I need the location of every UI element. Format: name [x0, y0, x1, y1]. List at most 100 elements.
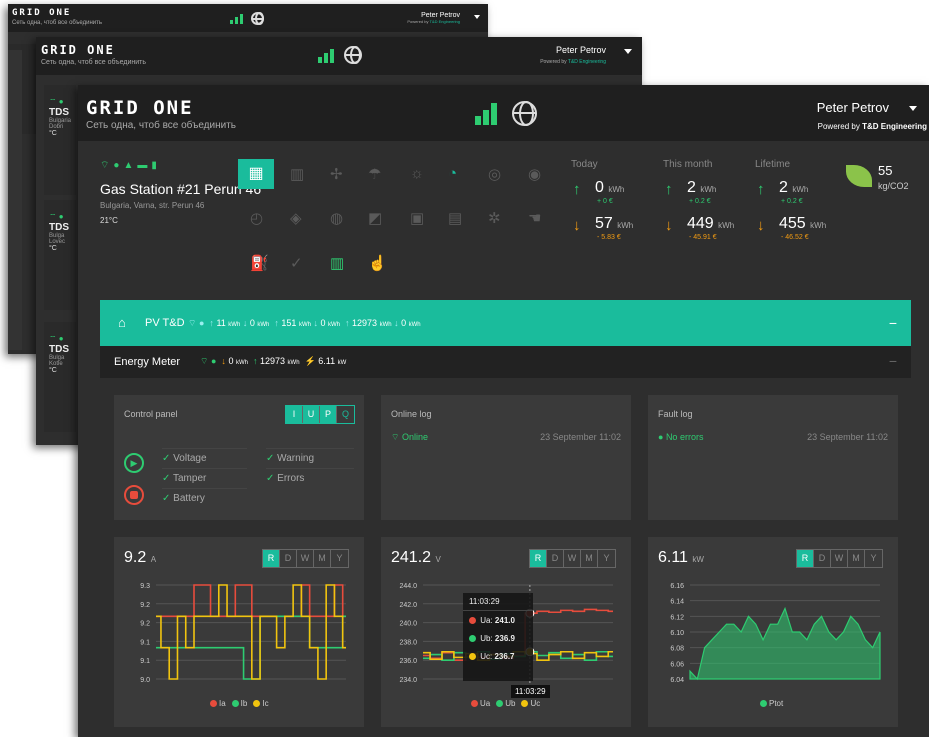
mode-selector[interactable]: I U P Q — [285, 405, 355, 424]
building-icon[interactable]: ▥ — [290, 165, 304, 183]
header: GRID ONE Сеть одна, чтоб все объединить … — [8, 4, 488, 32]
voltage-value: 241.2 V — [391, 549, 441, 566]
stop-button[interactable] — [124, 485, 144, 505]
thermometer-icon[interactable]: ▥ — [330, 254, 344, 272]
site-temp: 21°C — [100, 216, 118, 225]
mode-q-button[interactable]: Q — [337, 406, 354, 423]
chevron-down-icon[interactable] — [474, 15, 480, 19]
stat-label: Lifetime — [755, 159, 791, 170]
y-tick-label: 6.04 — [670, 677, 684, 684]
arrow-up-icon: ↑ — [757, 181, 765, 198]
y-tick-label: 9.1 — [140, 658, 150, 665]
status-icons: ⌔ ● — [49, 212, 64, 221]
range-selector[interactable]: R D W M Y — [262, 549, 349, 568]
range-m-button[interactable]: M — [848, 550, 865, 567]
range-d-button[interactable]: D — [280, 550, 297, 567]
check-tamper: Tamper — [162, 468, 247, 484]
play-button[interactable]: ▶ — [124, 453, 144, 473]
signal-icon — [318, 49, 334, 63]
tooltip-row-uc: Uc: 236.7 — [463, 643, 533, 661]
range-w-button[interactable]: W — [831, 550, 848, 567]
status-icons: ⌔ ● — [49, 97, 64, 106]
fuel-icon[interactable]: ⛽ — [250, 254, 269, 272]
range-d-button[interactable]: D — [547, 550, 564, 567]
series-line-Ia — [156, 584, 346, 618]
meter-icon[interactable]: ▤ — [448, 209, 462, 227]
check-errors: Errors — [266, 468, 354, 484]
site-card-2[interactable]: ⌔ ● TDS Bulga Lovec °C — [44, 200, 76, 310]
globe-icon[interactable] — [512, 101, 537, 126]
range-selector[interactable]: R D W M Y — [796, 549, 883, 568]
mode-p-button[interactable]: P — [320, 406, 337, 423]
tank-icon[interactable]: ◩ — [368, 209, 382, 227]
stat-label: This month — [663, 159, 713, 170]
y-tick-label: 6.16 — [670, 583, 684, 590]
site-address: Bulgaria, Varna, str. Perun 46 — [100, 201, 205, 210]
gauge-icon[interactable]: ◔ — [448, 165, 457, 182]
site-card-front[interactable] — [8, 50, 22, 350]
range-w-button[interactable]: W — [297, 550, 314, 567]
range-r-button[interactable]: R — [263, 550, 280, 567]
collapse-button[interactable]: − — [889, 315, 897, 331]
range-m-button[interactable]: M — [581, 550, 598, 567]
hand-icon[interactable]: ☚ — [528, 209, 541, 227]
boiler-icon[interactable]: ◈ — [290, 209, 302, 227]
stat-in-value: 2 kWh — [779, 179, 809, 196]
control-panel: Control panel I U P Q ▶ Voltage Tamper B… — [114, 395, 364, 520]
chevron-down-icon[interactable] — [909, 106, 917, 111]
arrow-up-icon: ↑ — [573, 181, 581, 198]
series-line-Ic — [156, 584, 346, 680]
pv-title: PV T&D — [145, 317, 185, 329]
globe-icon[interactable] — [344, 46, 362, 64]
clock-icon[interactable]: ◴ — [250, 209, 263, 227]
voltage-legend: Ua Ub Uc — [471, 699, 540, 708]
check-warning: Warning — [266, 448, 354, 464]
range-selector[interactable]: R D W M Y — [529, 549, 616, 568]
hydro-icon[interactable]: ☂ — [368, 165, 381, 183]
range-y-button[interactable]: Y — [865, 550, 882, 567]
current-chart-panel: 9.2 A R D W M Y 9.3 9.2 9.2 9.1 9.1 9.0 Ia Ib… — [114, 537, 364, 727]
mode-i-button[interactable]: I — [286, 406, 303, 423]
stat-lifetime: Lifetime ↑ 2 kWh + 0.2 € ↓ 455 kWh - 46.… — [755, 159, 847, 259]
range-y-button[interactable]: Y — [598, 550, 615, 567]
arrow-down-icon: ↓ — [573, 217, 581, 234]
gear-icon[interactable]: ✲ — [488, 209, 501, 227]
user-menu[interactable]: Peter Petrov Powered by T&D Engineering — [407, 12, 460, 24]
bulb-icon[interactable]: ☼ — [410, 165, 424, 182]
user-menu[interactable]: Peter Petrov — [817, 100, 889, 115]
range-m-button[interactable]: M — [314, 550, 331, 567]
collapse-button[interactable]: − — [889, 353, 897, 369]
fire-icon[interactable]: ◉ — [528, 165, 541, 183]
chevron-down-icon[interactable] — [624, 49, 632, 54]
y-tick-label: 236.0 — [399, 658, 417, 665]
window-main: GRID ONE Сеть одна, чтоб все объединить … — [78, 85, 929, 737]
range-r-button[interactable]: R — [530, 550, 547, 567]
site-status-icons: ⌔●▲▬▮ — [100, 160, 161, 171]
range-y-button[interactable]: Y — [331, 550, 348, 567]
user-name: Peter Petrov — [421, 12, 460, 19]
flame-icon[interactable]: ◍ — [330, 209, 343, 227]
y-tick-label: 9.1 — [140, 639, 150, 646]
solar-panel-icon[interactable]: ▦ — [238, 159, 274, 189]
house-icon: ⌂ — [118, 315, 126, 330]
stat-in-value: 0 kWh — [595, 179, 625, 196]
check-voltage: Voltage — [162, 448, 247, 464]
site-card-1[interactable]: ⌔ ● TDS Bulgaria Dobri °C — [44, 85, 76, 195]
fault-log-panel: Fault log ● No errors 23 September 11:02 — [648, 395, 898, 520]
range-r-button[interactable]: R — [797, 550, 814, 567]
pv-device-bar[interactable]: ⌂ PV T&D ⌔ ● ↑ 11 kWh ↓ 0 kWh ↑ 151 kWh … — [100, 300, 911, 346]
globe-icon[interactable] — [251, 12, 264, 25]
user-menu[interactable]: Peter Petrov Powered by T&D Engineering — [540, 45, 606, 65]
wind-turbine-icon[interactable]: ✢ — [330, 165, 343, 183]
check-circle-icon[interactable]: ✓ — [290, 254, 303, 272]
range-d-button[interactable]: D — [814, 550, 831, 567]
thumbs-up-icon[interactable]: ☝ — [368, 254, 387, 272]
panel-icon[interactable]: ▣ — [410, 209, 424, 227]
heat-icon[interactable]: ◎ — [488, 165, 501, 183]
site-card-title: TDS — [49, 344, 69, 355]
range-w-button[interactable]: W — [564, 550, 581, 567]
mode-u-button[interactable]: U — [303, 406, 320, 423]
site-card-3[interactable]: ⌔ ● TDS Bulga Kotle °C — [44, 322, 76, 432]
energy-meter-bar[interactable]: Energy Meter ⌔ ● ↓ 0 kWh ↑ 12973 kWh ⚡ 6… — [100, 346, 911, 378]
stat-in-cost: + 0.2 € — [689, 198, 711, 205]
